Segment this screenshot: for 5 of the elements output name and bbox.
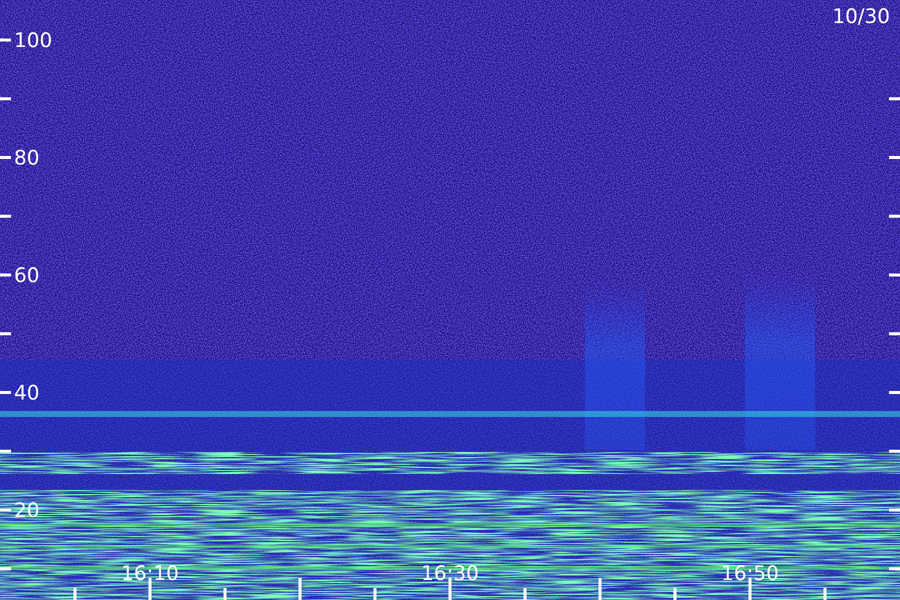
y-axis-label: 100 (14, 28, 52, 52)
y-axis-label: 40 (14, 380, 40, 404)
y-axis-label: 60 (14, 263, 40, 287)
y-axis-label: 80 (14, 146, 40, 170)
date-label: 10/30 (832, 4, 890, 28)
